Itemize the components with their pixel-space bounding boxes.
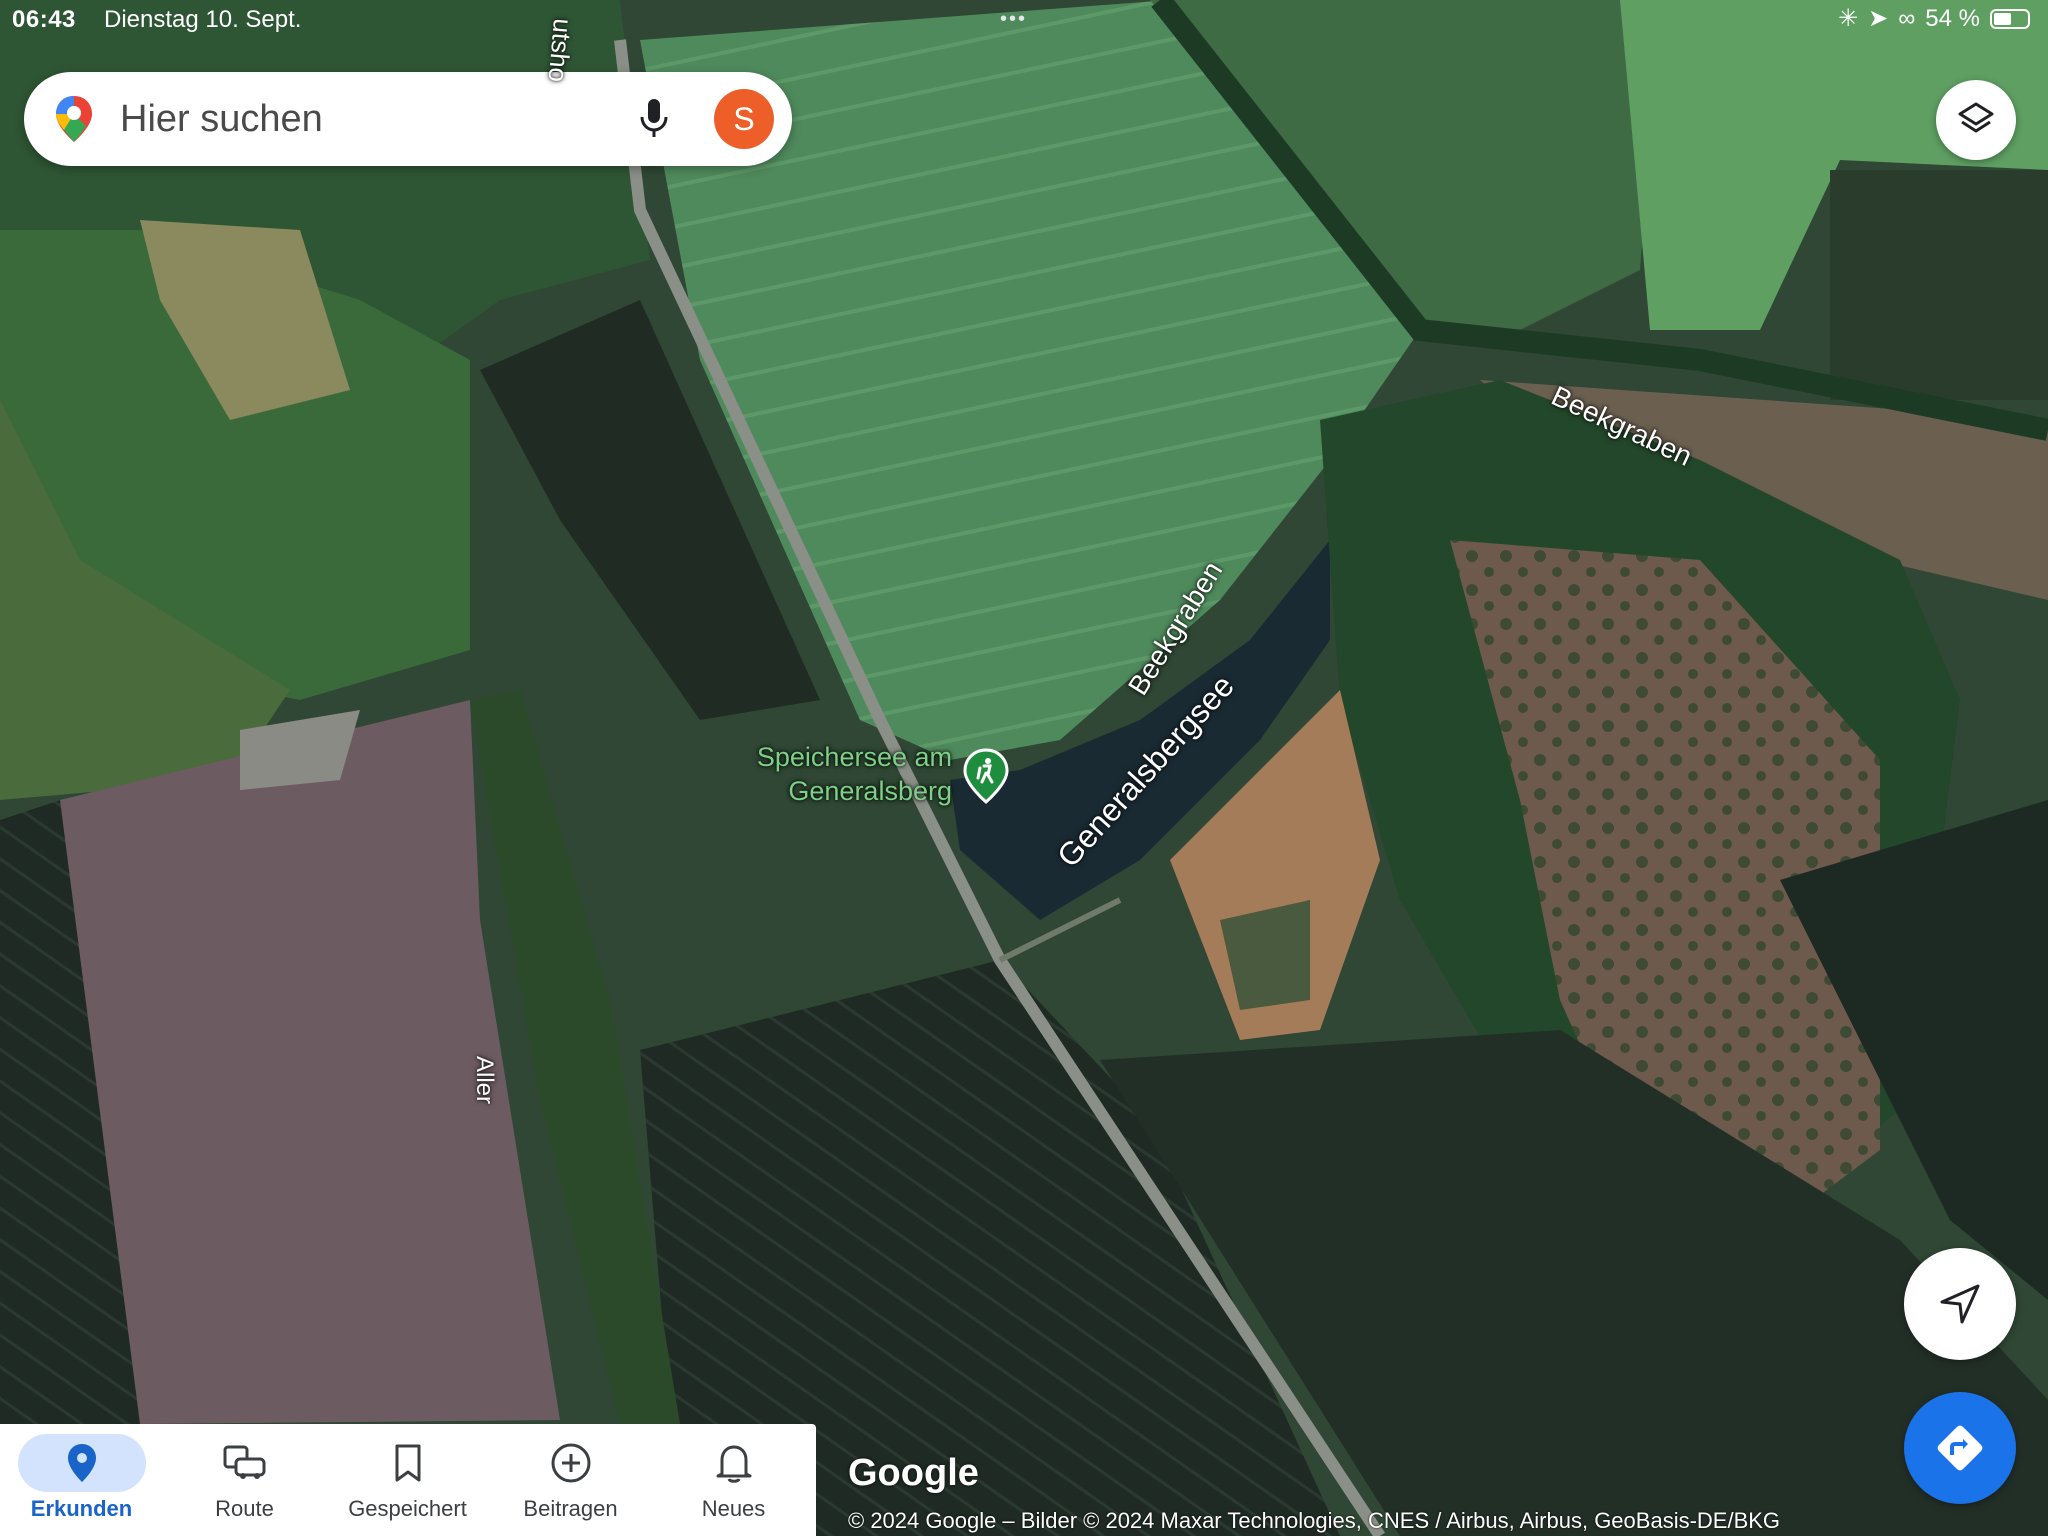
satellite-map[interactable]: [0, 0, 2048, 1536]
nav-item-label: Route: [215, 1496, 274, 1521]
my-location-button[interactable]: [1904, 1248, 2016, 1360]
poi-label[interactable]: Speichersee am Generalsberg: [728, 740, 952, 808]
status-icons: ✳ ➤ ∞ 54 %: [1838, 4, 2030, 33]
layers-icon: [1958, 102, 1994, 133]
road-label: utsho: [542, 17, 578, 84]
search-bar[interactable]: Hier suchen S: [24, 72, 792, 166]
battery-percent: 54 %: [1925, 4, 1980, 32]
battery-icon: [1990, 8, 2030, 29]
hotspot-icon: ∞: [1898, 4, 1916, 32]
poi-name-line2: Generalsberg: [788, 776, 952, 806]
google-logo: Google: [848, 1452, 979, 1494]
search-input[interactable]: Hier suchen: [120, 98, 323, 141]
directions-button[interactable]: [1904, 1392, 2016, 1504]
microphone-icon[interactable]: [630, 94, 678, 142]
river-label: Aller: [471, 1056, 498, 1105]
google-maps-logo-icon: [54, 94, 94, 149]
directions-icon: [1937, 1425, 1983, 1471]
account-avatar[interactable]: S: [714, 89, 774, 149]
poi-name-line1: Speichersee am: [756, 742, 952, 772]
add-circle-icon: [551, 1443, 590, 1483]
multitasking-dots-icon[interactable]: •••: [1000, 8, 1027, 31]
commute-icon: [223, 1445, 265, 1479]
bell-icon: [716, 1445, 751, 1483]
activity-icon: ✳: [1837, 5, 1859, 32]
bookmark-icon: [395, 1444, 420, 1482]
location-arrow-icon: ➤: [1868, 5, 1889, 32]
hiking-icon: [963, 748, 1009, 804]
nav-item-gespeichert[interactable]: Gespeichert: [326, 1424, 489, 1536]
nav-item-label: Neues: [701, 1496, 766, 1521]
status-time: 06:43: [12, 6, 76, 33]
nav-item-route[interactable]: Route: [163, 1424, 326, 1536]
nav-item-beitragen[interactable]: Beitragen: [489, 1424, 652, 1536]
map-attribution[interactable]: © 2024 Google – Bilder © 2024 Maxar Tech…: [848, 1508, 1780, 1534]
nav-item-label: Beitragen: [523, 1496, 618, 1521]
location-pin-icon: [67, 1444, 96, 1482]
nav-item-neues[interactable]: Neues: [652, 1424, 815, 1536]
navigation-arrow-icon: [1940, 1284, 1980, 1324]
status-bar: 06:43 Dienstag 10. Sept. ••• ✳ ➤ ∞ 54 %: [0, 0, 2048, 40]
poi-marker[interactable]: [962, 748, 1010, 804]
nav-item-erkunden[interactable]: Erkunden: [0, 1424, 163, 1536]
nav-item-label: Erkunden: [30, 1496, 133, 1521]
layers-button[interactable]: [1936, 80, 2016, 160]
bottom-nav: Erkunden Route Gespeichert Beitragen Neu…: [0, 1424, 816, 1536]
nav-item-label: Gespeichert: [348, 1496, 467, 1521]
status-date: Dienstag 10. Sept.: [104, 6, 302, 33]
